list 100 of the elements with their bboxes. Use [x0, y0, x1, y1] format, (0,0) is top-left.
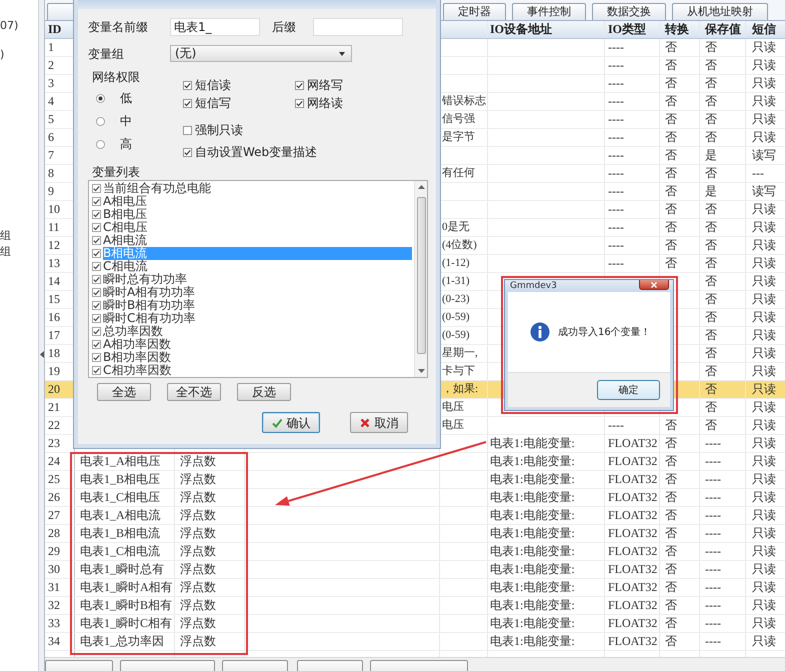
radio-button[interactable]	[96, 116, 105, 126]
table-cell: 读写	[752, 185, 776, 198]
checkbox-label[interactable]: 自动设置Web变量描述	[195, 144, 318, 160]
table-cell: 18	[48, 347, 60, 360]
tree-item[interactable]: 组	[0, 245, 38, 259]
table-cell: 24	[48, 455, 60, 468]
list-item[interactable]: 瞬时B相有功功率	[103, 299, 412, 312]
list-item[interactable]: C相电压	[103, 221, 412, 234]
checkbox[interactable]	[92, 327, 101, 336]
checkbox[interactable]	[183, 80, 192, 90]
radio-label[interactable]: 中	[120, 112, 132, 130]
list-item[interactable]: 瞬时总有功功率	[103, 273, 412, 286]
table-row[interactable]: 26 电表1_C相电压 浮点数 电表1:电能变量: FLOAT32 否 ---- 只读	[45, 489, 785, 507]
down-arrow-icon[interactable]	[418, 369, 424, 373]
list-item[interactable]: 当前组合有功总电能	[103, 182, 412, 195]
column-header[interactable]: IO类型	[608, 23, 646, 36]
table-cell: 只读	[752, 527, 776, 540]
tree-item[interactable]: 07)	[0, 19, 38, 33]
radio-button[interactable]	[96, 140, 105, 148]
checkbox[interactable]	[92, 275, 101, 284]
checkbox-label[interactable]: 短信写	[195, 94, 231, 112]
table-row[interactable]: 25 电表1_B相电压 浮点数 电表1:电能变量: FLOAT32 否 ---- 只读	[45, 471, 785, 489]
table-row[interactable]: 33 电表1_瞬时C相有 浮点数 电表1:电能变量: FLOAT32 否 ---- 只读	[45, 615, 785, 633]
table-row[interactable]: 28 电表1_B相电流 浮点数 电表1:电能变量: FLOAT32 否 ---- 只读	[45, 525, 785, 543]
checkbox[interactable]	[92, 184, 101, 193]
button[interactable]: 全不选	[167, 383, 221, 401]
checkbox-label[interactable]: 短信读	[195, 76, 231, 94]
tree-item[interactable]: )	[0, 48, 38, 62]
list-item[interactable]: A相电流	[103, 234, 412, 247]
checkbox[interactable]	[92, 262, 101, 271]
checkbox[interactable]	[183, 98, 192, 108]
confirm-button[interactable]: 确认	[262, 412, 320, 433]
tab[interactable]: 定时器	[443, 3, 506, 20]
list-item[interactable]: 瞬时A相有功功率	[103, 286, 412, 299]
list-item[interactable]: 总功率因数	[103, 325, 412, 338]
table-cell: 电表1:电能变量:	[490, 545, 575, 558]
checkbox[interactable]	[92, 288, 101, 297]
cancel-button[interactable]: 取消	[350, 412, 408, 433]
table-row[interactable]: 29 电表1_C相电流 浮点数 电表1:电能变量: FLOAT32 否 ---- 只读	[45, 543, 785, 561]
checkbox[interactable]	[92, 223, 101, 232]
checkbox[interactable]	[92, 197, 101, 206]
checkbox[interactable]	[92, 236, 101, 245]
prefix-input[interactable]: 电表1_	[170, 18, 260, 36]
tab[interactable]: 从机地址映射	[672, 3, 768, 20]
checkbox[interactable]	[183, 148, 192, 156]
checkbox[interactable]	[183, 126, 192, 134]
table-row[interactable]: 34 电表1_总功率因 浮点数 电表1:电能变量: FLOAT32 否 ---- 只读	[45, 633, 785, 651]
radio-label[interactable]: 高	[120, 136, 132, 152]
radio-label[interactable]: 低	[120, 90, 132, 106]
column-header[interactable]: 转换	[665, 23, 689, 36]
table-cell: 否	[705, 239, 717, 252]
list-item[interactable]: 瞬时C相有功功率	[103, 312, 412, 325]
table-cell: 否	[665, 239, 677, 252]
table-cell: 11	[48, 221, 60, 234]
table-cell: 是	[705, 149, 717, 162]
list-item[interactable]: B相电压	[103, 208, 412, 221]
scrollbar-thumb[interactable]	[416, 197, 426, 354]
list-item[interactable]: A相功率因数	[103, 338, 412, 351]
checkbox[interactable]	[92, 366, 101, 375]
checkbox[interactable]	[92, 314, 101, 323]
checkbox-label[interactable]: 网络写	[307, 76, 343, 94]
table-cell: 34	[48, 635, 60, 648]
checkbox[interactable]	[92, 301, 101, 310]
checkbox[interactable]	[92, 210, 101, 219]
checkbox[interactable]	[295, 98, 304, 108]
list-item[interactable]: C相功率因数	[103, 364, 412, 377]
table-cell: 只读	[752, 455, 776, 468]
radio-button[interactable]	[96, 94, 105, 102]
ok-button[interactable]: 确定	[597, 380, 660, 400]
checkbox[interactable]	[92, 353, 101, 362]
checkbox[interactable]	[92, 340, 101, 349]
checkbox-label[interactable]: 强制只读	[195, 122, 243, 138]
list-item[interactable]: A相电压	[103, 195, 412, 208]
tree-item[interactable]: 组	[0, 229, 38, 243]
list-item[interactable]: B相功率因数	[103, 351, 412, 364]
scrollbar[interactable]	[414, 181, 427, 377]
table-row[interactable]: 24 电表1_A相电压 浮点数 电表1:电能变量: FLOAT32 否 ---- 只读	[45, 453, 785, 471]
column-header[interactable]: 短信	[752, 23, 776, 36]
table-row[interactable]: 31 电表1_瞬时A相有 浮点数 电表1:电能变量: FLOAT32 否 ---- 只读	[45, 579, 785, 597]
tab[interactable]: 数据交换	[592, 3, 666, 20]
table-row[interactable]: 27 电表1_A相电流 浮点数 电表1:电能变量: FLOAT32 否 ---- 只读	[45, 507, 785, 525]
column-header[interactable]: IO设备地址	[490, 23, 552, 36]
checkbox-label[interactable]: 网络读	[307, 94, 343, 112]
button[interactable]: 全选	[97, 383, 151, 401]
table-row[interactable]: 32 电表1_瞬时B相有 浮点数 电表1:电能变量: FLOAT32 否 ---- 只读	[45, 597, 785, 615]
suffix-input[interactable]	[313, 18, 403, 36]
column-header[interactable]: 保存值	[705, 23, 741, 36]
up-arrow-icon[interactable]	[418, 185, 424, 189]
tab[interactable]: 事件控制	[512, 3, 586, 20]
group-dropdown[interactable]: (无)	[170, 45, 352, 62]
checkbox[interactable]	[92, 249, 101, 258]
table-cell: 29	[48, 545, 60, 558]
table-row[interactable]: 30 电表1_瞬时总有 浮点数 电表1:电能变量: FLOAT32 否 ---- 只读	[45, 561, 785, 579]
table-cell: 电表1_瞬时B相有	[80, 599, 172, 612]
close-button[interactable]	[639, 280, 669, 290]
checkbox[interactable]	[295, 80, 304, 90]
list-item[interactable]: C相电流	[103, 260, 412, 273]
field-label: 变量名前缀	[88, 19, 149, 35]
column-header[interactable]: ID	[48, 23, 62, 36]
button[interactable]: 反选	[237, 383, 291, 401]
